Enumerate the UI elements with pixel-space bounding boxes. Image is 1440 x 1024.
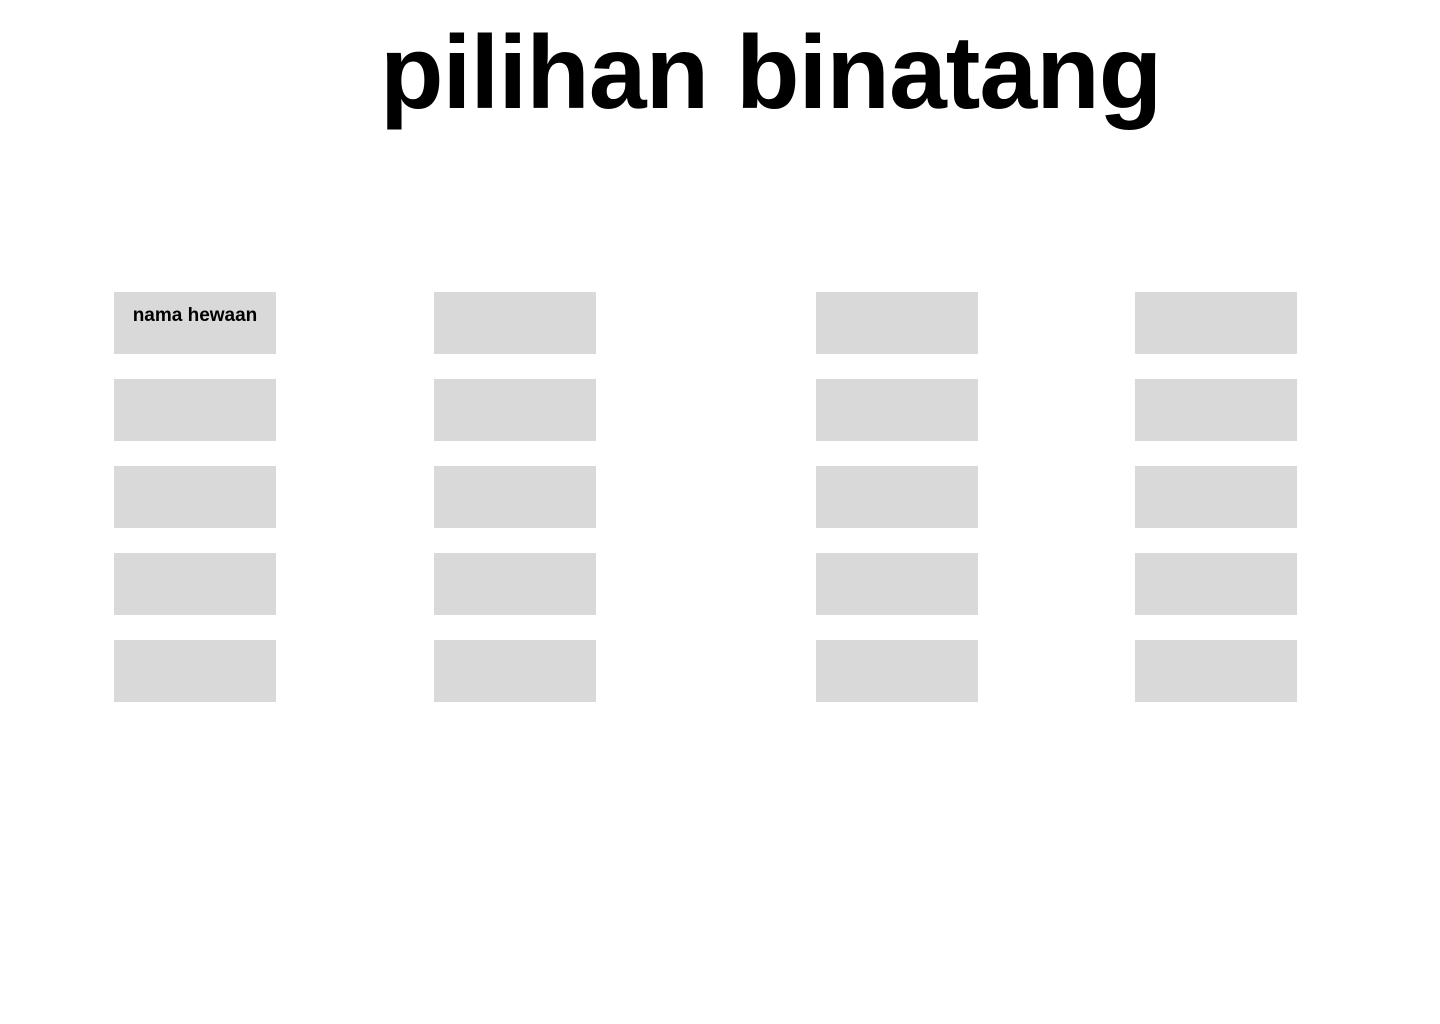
grid-column-4 bbox=[1135, 292, 1297, 727]
grid-column-2 bbox=[434, 292, 596, 727]
animal-tile[interactable] bbox=[816, 466, 978, 528]
animal-tile[interactable] bbox=[434, 640, 596, 702]
animal-tile[interactable] bbox=[816, 640, 978, 702]
animal-tile-label: nama hewaan bbox=[132, 305, 258, 326]
animal-tile[interactable] bbox=[1135, 292, 1297, 354]
animal-tile[interactable] bbox=[114, 379, 276, 441]
animal-tile[interactable] bbox=[1135, 553, 1297, 615]
animal-tile[interactable] bbox=[434, 553, 596, 615]
animal-tile[interactable] bbox=[434, 466, 596, 528]
animal-tile[interactable] bbox=[114, 553, 276, 615]
animal-tile[interactable] bbox=[434, 292, 596, 354]
animal-tile[interactable] bbox=[1135, 466, 1297, 528]
animal-tile[interactable] bbox=[816, 379, 978, 441]
animal-tile[interactable] bbox=[434, 379, 596, 441]
animal-tile[interactable] bbox=[1135, 379, 1297, 441]
grid-column-3 bbox=[816, 292, 978, 727]
animal-grid: nama hewaan bbox=[0, 0, 1440, 1024]
animal-tile[interactable] bbox=[114, 640, 276, 702]
animal-tile[interactable] bbox=[1135, 640, 1297, 702]
animal-tile[interactable] bbox=[816, 292, 978, 354]
animal-tile[interactable] bbox=[816, 553, 978, 615]
grid-column-1: nama hewaan bbox=[114, 292, 276, 727]
animal-tile[interactable] bbox=[114, 466, 276, 528]
animal-tile[interactable]: nama hewaan bbox=[114, 292, 276, 354]
